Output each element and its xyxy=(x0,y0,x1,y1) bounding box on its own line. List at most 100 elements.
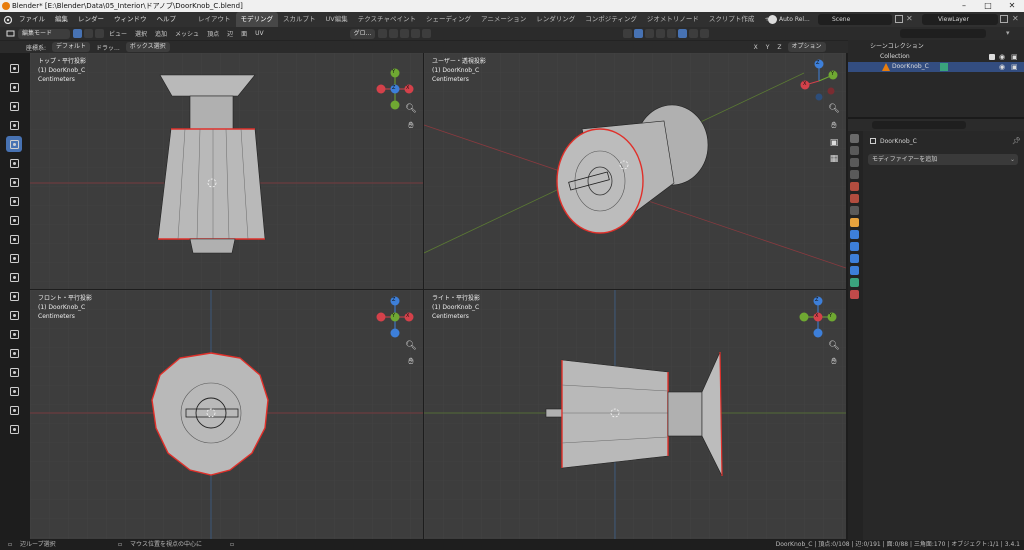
loopcut-icon[interactable] xyxy=(6,269,22,285)
viewport-front[interactable]: フロント・平行投影 (1) DoorKnob_C Centimeters Z Y… xyxy=(30,290,423,539)
navigation-gizmo[interactable]: Z X Y xyxy=(797,59,841,103)
menu-add[interactable]: 追加 xyxy=(151,29,171,38)
object-tab-icon[interactable] xyxy=(850,218,859,227)
tab-texture-paint[interactable]: テクスチャペイント xyxy=(353,12,421,27)
zoom-icon[interactable]: 🔍︎ xyxy=(405,340,417,352)
particles-tab-icon[interactable] xyxy=(850,242,859,251)
pin-icon[interactable]: 📌︎ xyxy=(1012,136,1021,146)
menu-render[interactable]: レンダー xyxy=(73,12,109,27)
smooth-icon[interactable] xyxy=(6,345,22,361)
gizmo-toggle-icon[interactable] xyxy=(634,29,644,38)
zoom-icon[interactable]: 🔍︎ xyxy=(405,103,417,115)
spin-icon[interactable] xyxy=(6,326,22,342)
rip-icon[interactable] xyxy=(6,421,22,437)
close-button[interactable]: ✕ xyxy=(1000,0,1024,12)
checkbox-icon[interactable] xyxy=(989,54,995,60)
viewlayer-selector[interactable]: ViewLayer xyxy=(922,14,998,25)
auto-run-label[interactable]: Auto Rel... xyxy=(779,12,810,27)
delete-scene-icon[interactable]: ✕ xyxy=(906,14,913,24)
tab-geometry-nodes[interactable]: ジオメトリノード xyxy=(642,12,704,27)
measure-icon[interactable] xyxy=(6,193,22,209)
world-tab-icon[interactable] xyxy=(850,194,859,203)
edge-select-icon[interactable] xyxy=(84,29,93,38)
scale-icon[interactable] xyxy=(6,136,22,152)
transform-orientation-dropdown[interactable]: グロ... xyxy=(349,28,376,39)
outliner-object[interactable]: DoorKnob_C ◉ ▣ xyxy=(848,62,1024,72)
axis-z-toggle[interactable]: Z xyxy=(773,44,785,51)
menu-file[interactable]: ファイル xyxy=(14,12,50,27)
camera-icon[interactable]: ▣ xyxy=(1011,62,1018,72)
zoom-icon[interactable]: 🔍︎ xyxy=(828,103,840,115)
transform-icon[interactable] xyxy=(6,155,22,171)
snap-icon[interactable] xyxy=(389,29,399,38)
annotate-icon[interactable] xyxy=(6,174,22,190)
modifier-tab-icon[interactable] xyxy=(850,230,859,239)
menu-mesh[interactable]: メッシュ xyxy=(171,29,203,38)
camera-icon[interactable]: ▣ xyxy=(1011,52,1018,62)
physics-tab-icon[interactable] xyxy=(850,254,859,263)
tab-scripting[interactable]: スクリプト作成 xyxy=(704,12,760,27)
axis-x-toggle[interactable]: X xyxy=(750,44,762,51)
tab-sculpt[interactable]: スカルプト xyxy=(278,12,321,27)
hand-icon[interactable]: ✋︎ xyxy=(828,356,840,368)
rotate-icon[interactable] xyxy=(6,117,22,133)
hand-icon[interactable]: ✋︎ xyxy=(828,120,840,132)
hand-icon[interactable]: ✋︎ xyxy=(405,120,417,132)
menu-view[interactable]: ビュー xyxy=(105,29,131,38)
cursor-icon[interactable] xyxy=(6,60,22,76)
blender-menu-icon[interactable] xyxy=(0,12,14,27)
tool-tab-icon[interactable] xyxy=(850,134,859,143)
snap-target-icon[interactable] xyxy=(400,29,410,38)
edgeslide-icon[interactable] xyxy=(6,364,22,380)
menu-face[interactable]: 面 xyxy=(237,29,251,38)
grid-icon[interactable]: ▦ xyxy=(828,153,840,165)
view-layer-tab-icon[interactable] xyxy=(850,170,859,179)
collection-tab-icon[interactable] xyxy=(850,206,859,215)
constraints-tab-icon[interactable] xyxy=(850,266,859,275)
overlay-icon[interactable] xyxy=(645,29,655,38)
rendered-shading-icon[interactable] xyxy=(700,29,710,38)
tab-animation[interactable]: アニメーション xyxy=(476,12,531,27)
select-box-icon[interactable] xyxy=(6,79,22,95)
xray-icon[interactable] xyxy=(656,29,666,38)
copy-scene-icon[interactable] xyxy=(895,15,903,23)
coord-dropdown[interactable]: デフォルト xyxy=(52,42,91,52)
proportional-edit-icon[interactable] xyxy=(411,29,421,38)
tab-compositing[interactable]: コンポジティング xyxy=(580,12,642,27)
camera-icon[interactable]: ▣ xyxy=(828,137,840,149)
material-tab-icon[interactable] xyxy=(850,290,859,299)
outliner-search[interactable] xyxy=(900,29,986,38)
filter-icon[interactable]: ▾ xyxy=(1006,29,1015,38)
viewport-right[interactable]: ライト・平行投影 (1) DoorKnob_C Centimeters Z X … xyxy=(424,290,846,539)
axis-y-toggle[interactable]: Y xyxy=(762,44,774,51)
menu-vertex[interactable]: 頂点 xyxy=(203,29,223,38)
material-shading-icon[interactable] xyxy=(689,29,699,38)
shrink-icon[interactable] xyxy=(6,383,22,399)
mode-dropdown[interactable]: 編集モード xyxy=(18,28,70,39)
visibility-icon[interactable] xyxy=(623,29,633,38)
menu-select[interactable]: 選択 xyxy=(131,29,151,38)
extrude-icon[interactable] xyxy=(6,212,22,228)
output-tab-icon[interactable] xyxy=(850,158,859,167)
tab-layout[interactable]: レイアウト xyxy=(193,12,236,27)
face-select-icon[interactable] xyxy=(95,29,104,38)
menu-edge[interactable]: 辺 xyxy=(223,29,237,38)
scene-selector[interactable]: Scene xyxy=(818,14,892,25)
solid-shading-icon[interactable] xyxy=(678,29,688,38)
vertex-select-icon[interactable] xyxy=(73,29,82,38)
falloff-icon[interactable] xyxy=(422,29,432,38)
zoom-icon[interactable]: 🔍︎ xyxy=(828,340,840,352)
wireframe-shading-icon[interactable] xyxy=(667,29,677,38)
data-tab-icon[interactable] xyxy=(850,278,859,287)
editor-type-icon[interactable] xyxy=(6,29,15,38)
render-tab-icon[interactable] xyxy=(850,146,859,155)
tab-rendering[interactable]: レンダリング xyxy=(531,12,580,27)
menu-window[interactable]: ウィンドウ xyxy=(109,12,152,27)
add-modifier-dropdown[interactable]: モディファイアーを追加 ⌄ xyxy=(868,154,1018,165)
inset-icon[interactable] xyxy=(6,231,22,247)
properties-search[interactable] xyxy=(872,121,966,129)
move-icon[interactable] xyxy=(6,98,22,114)
pivot-icon[interactable] xyxy=(378,29,388,38)
menu-edit[interactable]: 編集 xyxy=(50,12,73,27)
maximize-button[interactable]: □ xyxy=(976,0,1000,12)
